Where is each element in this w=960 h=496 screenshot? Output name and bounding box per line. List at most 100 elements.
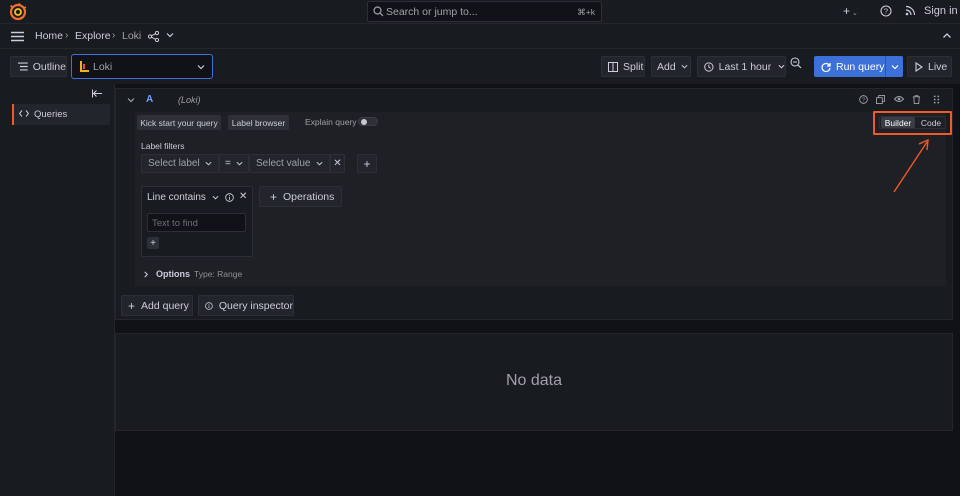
play-icon — [915, 61, 923, 72]
toggle-knob — [361, 119, 367, 125]
label-filters-title: Label filters — [141, 141, 185, 151]
live-label: Live — [928, 60, 948, 73]
chevron-down-icon — [197, 65, 205, 70]
text-to-find-input[interactable]: Text to find — [147, 213, 246, 232]
operations-label: Operations — [283, 190, 335, 203]
info-circle-icon — [205, 301, 213, 310]
drag-handle-icon[interactable] — [933, 95, 940, 104]
label-browser-button[interactable]: Label browser — [228, 115, 289, 130]
help-icon[interactable]: ? — [859, 95, 868, 104]
chevron-right-icon — [143, 271, 149, 278]
kick-start-button[interactable]: Kick start your query — [137, 115, 221, 130]
operator-value: = — [225, 158, 231, 169]
zoom-out-icon[interactable] — [790, 57, 802, 69]
eye-icon[interactable] — [894, 95, 904, 103]
nav-bar — [0, 24, 960, 49]
duplicate-icon[interactable] — [876, 95, 885, 104]
new-menu-button[interactable]: + ⌄ — [843, 4, 858, 18]
news-feed-icon[interactable] — [905, 5, 916, 16]
annotation-arrow — [888, 135, 938, 195]
options-row[interactable] — [135, 264, 946, 284]
refresh-icon — [821, 62, 831, 72]
operation-name[interactable]: Line contains — [147, 192, 206, 203]
add-filter-button[interactable]: + — [357, 154, 377, 173]
chevron-down-icon — [891, 65, 899, 70]
run-query-label: Run query — [836, 60, 885, 73]
close-icon: ✕ — [333, 158, 342, 169]
chevron-up-icon[interactable] — [942, 31, 952, 41]
chevron-down-icon[interactable] — [166, 31, 174, 39]
select-value-dropdown[interactable]: Select value — [249, 154, 330, 173]
add-operation-param-button[interactable]: + — [147, 237, 159, 249]
query-builder-body — [135, 112, 946, 286]
svg-text:?: ? — [884, 7, 888, 16]
split-label: Split — [623, 60, 644, 73]
remove-filter-button[interactable]: ✕ — [330, 154, 345, 173]
chevron-down-icon — [205, 161, 212, 166]
collapse-query-icon[interactable] — [127, 96, 135, 104]
sidebar-item-queries[interactable]: Queries — [12, 104, 110, 125]
no-data-message: No data — [505, 372, 563, 389]
time-range-label: Last 1 hour — [718, 60, 772, 73]
select-label-dropdown[interactable]: Select label — [141, 154, 219, 173]
run-query-options-button[interactable] — [885, 56, 903, 77]
breadcrumb-current: Loki — [122, 30, 142, 42]
add-label: Add — [657, 60, 676, 73]
menu-icon[interactable] — [11, 31, 24, 42]
breadcrumb-home[interactable]: Home — [35, 30, 63, 42]
code-icon — [19, 110, 29, 117]
sidebar-item-label: Queries — [34, 109, 68, 120]
operations-button[interactable]: + Operations — [259, 186, 342, 207]
datasource-picker[interactable]: Loki — [71, 54, 213, 79]
live-button[interactable]: Live — [907, 56, 952, 77]
split-button[interactable]: Split — [601, 56, 645, 77]
outline-label: Outline — [32, 60, 66, 73]
plus-icon: + — [270, 189, 278, 204]
select-label-placeholder: Select label — [148, 158, 200, 169]
query-ref-id[interactable]: A — [146, 94, 153, 105]
chevron-down-icon — [316, 161, 323, 166]
remove-operation-icon[interactable]: ✕ — [239, 191, 247, 202]
operator-dropdown[interactable]: = — [219, 154, 249, 173]
options-label: Options — [156, 269, 190, 279]
content-outline-sidebar — [0, 84, 115, 496]
collapse-sidebar-icon[interactable] — [92, 89, 103, 98]
search-placeholder: Search or jump to... — [386, 6, 478, 18]
info-icon[interactable] — [225, 193, 234, 202]
explain-query-toggle[interactable] — [358, 117, 378, 126]
split-icon — [608, 61, 618, 72]
select-value-placeholder: Select value — [256, 158, 311, 169]
list-icon — [18, 62, 28, 71]
sign-in-link[interactable]: Sign in — [924, 5, 958, 17]
plus-icon: + — [843, 4, 851, 18]
options-type: Type: Range — [194, 269, 243, 279]
explain-query-label: Explain query — [305, 117, 357, 127]
breadcrumb-explore[interactable]: Explore — [75, 30, 111, 42]
share-icon[interactable] — [148, 31, 159, 42]
plus-icon: + — [128, 298, 136, 313]
chevron-down-icon[interactable] — [212, 194, 219, 201]
query-inspector-button[interactable]: Query inspector — [198, 295, 294, 316]
plus-icon: + — [150, 237, 156, 249]
help-icon[interactable]: ? — [880, 5, 892, 17]
chevron-right-icon: › — [65, 30, 69, 41]
trash-icon[interactable] — [912, 95, 921, 104]
add-query-label: Add query — [141, 299, 189, 312]
add-button[interactable]: Add — [651, 56, 691, 77]
search-bar[interactable]: Search or jump to... ⌘+k — [367, 1, 602, 22]
grafana-logo-icon[interactable] — [9, 3, 27, 21]
add-query-button[interactable]: + Add query — [121, 295, 193, 316]
query-inspector-label: Query inspector — [218, 299, 293, 312]
text-to-find-placeholder: Text to find — [152, 218, 198, 229]
search-shortcut: ⌘+k — [577, 7, 595, 17]
annotation-highlight-box — [873, 111, 952, 135]
query-datasource-name: (Loki) — [178, 95, 201, 105]
outline-button[interactable]: Outline — [10, 56, 67, 77]
chevron-down-icon — [778, 64, 785, 69]
datasource-name: Loki — [93, 61, 113, 73]
search-icon — [373, 6, 384, 17]
time-range-picker[interactable]: Last 1 hour — [697, 56, 786, 77]
chevron-down-icon — [681, 64, 688, 69]
loki-logo-icon — [80, 61, 89, 72]
chevron-down-icon — [236, 161, 243, 166]
